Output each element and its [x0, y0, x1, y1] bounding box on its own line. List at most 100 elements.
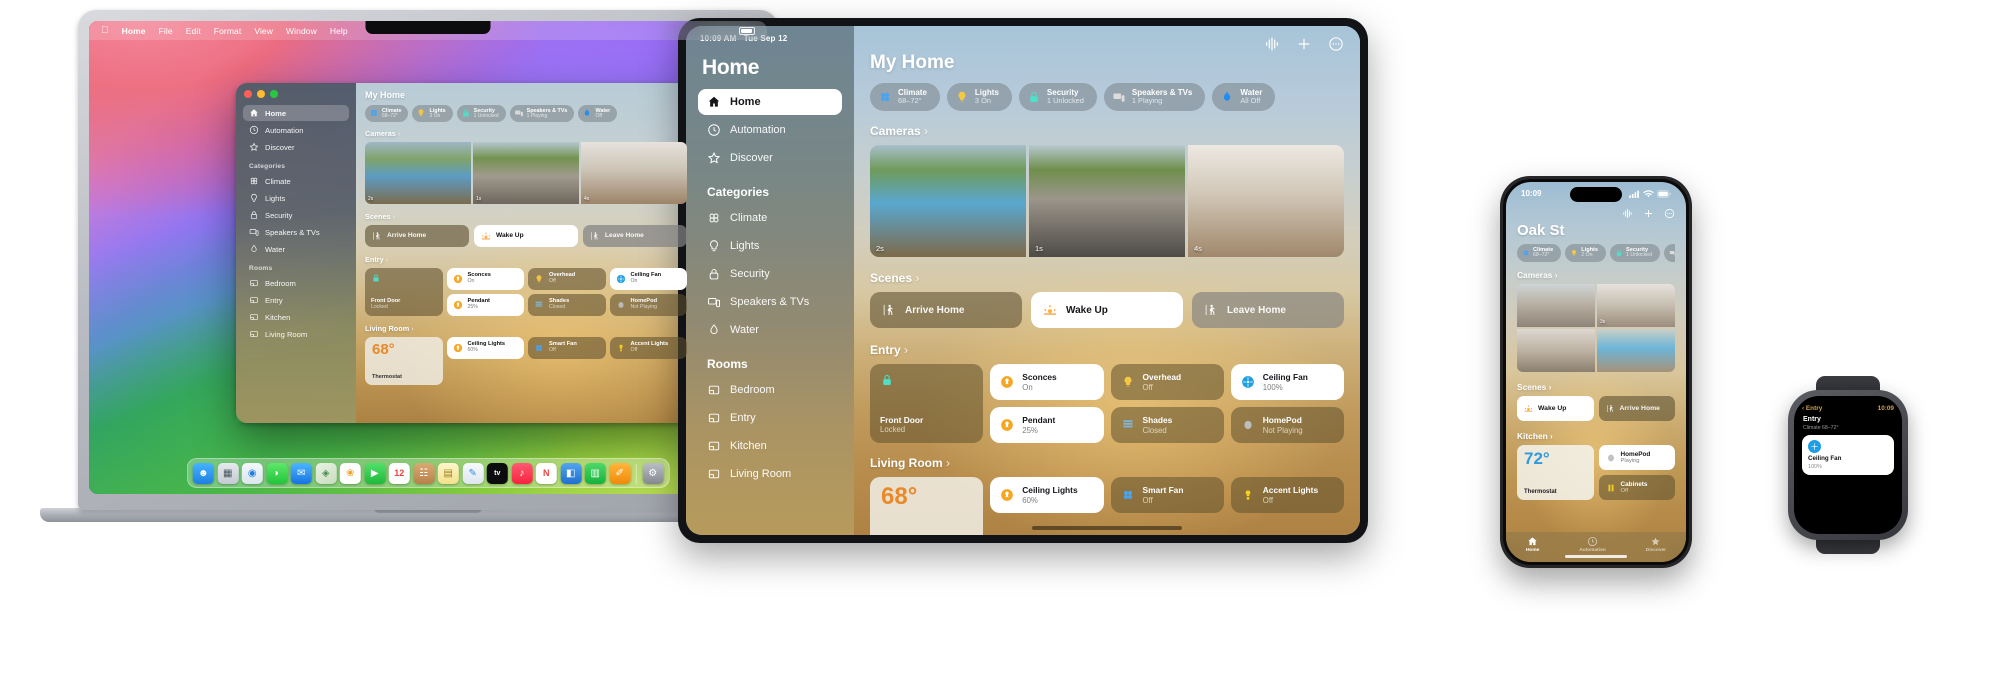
dock-item-maps[interactable]: ◈ [315, 462, 337, 484]
sidebar-item-lights[interactable]: Lights [243, 190, 349, 206]
living-room-camera[interactable]: 4s [581, 141, 687, 204]
scene-wake-up[interactable]: Wake Up [474, 224, 578, 247]
status-chip-speakers-tvs[interactable]: Speakers & TVs1 Playing [1663, 244, 1675, 263]
minimize-button[interactable] [257, 90, 265, 98]
status-chip-lights[interactable]: Lights 3 On [412, 105, 453, 122]
menu-item-format[interactable]: Format [214, 26, 242, 36]
status-chip-speakers-tvs[interactable]: Speakers & TVs1 Playing [509, 105, 575, 122]
battery-icon[interactable] [739, 26, 755, 35]
sidebar-item-security[interactable]: Security [243, 207, 349, 223]
accessory-pendant[interactable]: Pendant 25% [990, 407, 1104, 444]
accessory-accent-lights[interactable]: Accent Lights Off [1230, 477, 1344, 514]
iphone-toolbar[interactable] [1517, 208, 1675, 219]
status-chip-security[interactable]: Security 1 Unlocked [1018, 83, 1097, 112]
sidebar-item-kitchen[interactable]: Kitchen [243, 309, 349, 325]
dock-item-appletv[interactable]: tv [486, 462, 508, 484]
iphone-home-indicator[interactable] [1565, 555, 1627, 558]
apple-menu-icon[interactable]:  [101, 25, 109, 36]
accessory-front-door[interactable]: Front Door Locked [870, 364, 984, 444]
dock-item-notes[interactable]: ▤ [437, 462, 459, 484]
accessory-sconces[interactable]: Sconces On [446, 267, 524, 290]
cameras-section-header[interactable]: Cameras › [1517, 270, 1675, 280]
status-chip-climate[interactable]: Climate 68–72° [1517, 244, 1562, 263]
maximize-button[interactable] [270, 90, 278, 98]
status-chip-climate[interactable]: Climate 68–72° [365, 105, 409, 122]
sidebar-item-kitchen[interactable]: Kitchen [698, 433, 842, 459]
sidebar-item-home[interactable]: Home [243, 105, 349, 121]
entry-section-header[interactable]: Entry › [870, 343, 1344, 357]
sidebar-item-home[interactable]: Home [698, 89, 842, 115]
garage-camera[interactable]: 1s [1029, 145, 1185, 258]
status-chip-lights[interactable]: Lights 2 On [1565, 244, 1606, 263]
dock-item-calendar[interactable]: 12 [388, 462, 410, 484]
accessory-homepod[interactable]: HomePod Not Playing [609, 293, 687, 316]
ipad-toolbar[interactable] [1264, 36, 1344, 52]
dock-item-facetime[interactable]: ▶ [364, 462, 386, 484]
accessory-ceiling-lights[interactable]: Ceiling Lights 60% [990, 477, 1104, 514]
menu-item-view[interactable]: View [254, 26, 273, 36]
sidebar-item-living-room[interactable]: Living Room [243, 326, 349, 342]
menu-item-edit[interactable]: Edit [186, 26, 201, 36]
accessory-smart-fan[interactable]: Smart Fan Off [1110, 477, 1224, 514]
window-traffic-lights[interactable] [244, 90, 278, 98]
status-chip-lights[interactable]: Lights 3 On [946, 83, 1012, 112]
accessory-homepod[interactable]: HomePod Not Playing [1230, 407, 1344, 444]
more-icon[interactable] [1664, 208, 1675, 219]
pool-camera[interactable]: 2s [870, 145, 1026, 258]
scenes-section-header[interactable]: Scenes › [365, 212, 687, 221]
sidebar-item-automation[interactable]: Automation [243, 122, 349, 138]
dock-item-keynote[interactable]: ◧ [560, 462, 582, 484]
status-chip-security[interactable]: Security 1 Unlocked [456, 105, 506, 122]
dock-item-photos[interactable]: ❀ [339, 462, 361, 484]
scene-leave-home[interactable]: Leave Home [583, 224, 687, 247]
dock-item-safari[interactable]: ◉ [241, 462, 263, 484]
dock-item-finder[interactable]: ☻ [192, 462, 214, 484]
waveform-icon[interactable] [1622, 208, 1633, 219]
accessory-cabinets[interactable]: Cabinets Off [1598, 475, 1675, 501]
sidebar-item-water[interactable]: Water [698, 317, 842, 343]
tab-home[interactable]: Home [1526, 536, 1539, 553]
sidebar-item-speakers-tvs[interactable]: Speakers & TVs [243, 224, 349, 240]
menu-item-window[interactable]: Window [286, 26, 317, 36]
accessory-overhead[interactable]: Overhead Off [1110, 364, 1224, 401]
living-room-section-header[interactable]: Living Room › [365, 324, 687, 333]
sidebar-item-discover[interactable]: Discover [698, 145, 842, 171]
living-room-camera[interactable]: 4s [1188, 145, 1344, 258]
pool-camera[interactable]: 2s [365, 141, 471, 204]
dock-item-numbers[interactable]: ▥ [584, 462, 606, 484]
dock-item-freeform[interactable]: ✎ [462, 462, 484, 484]
dock-item-music[interactable]: ♪ [511, 462, 533, 484]
status-chip-security[interactable]: Security 1 Unlocked [1610, 244, 1660, 263]
accessory-shades[interactable]: Shades Closed [528, 293, 606, 316]
front-door-camera[interactable] [1517, 284, 1595, 328]
accessory-thermostat[interactable]: 68° Thermostat [870, 477, 984, 535]
sidebar-item-bedroom[interactable]: Bedroom [698, 377, 842, 403]
sidebar-item-automation[interactable]: Automation [698, 117, 842, 143]
menu-item-file[interactable]: File [159, 26, 173, 36]
accessory-sconces[interactable]: Sconces On [990, 364, 1104, 401]
accessory-thermostat[interactable]: 72° Thermostat [1517, 445, 1594, 501]
garage-camera[interactable]: 3s [1597, 284, 1675, 328]
scene-wake-up[interactable]: Wake Up [1517, 396, 1594, 422]
sidebar-item-entry[interactable]: Entry [698, 405, 842, 431]
ipad-home-indicator[interactable] [1032, 526, 1182, 530]
scene-arrive-home[interactable]: Arrive Home [870, 292, 1022, 329]
dock-item-contacts[interactable]: ☷ [413, 462, 435, 484]
home-app-window[interactable]: Home Automation Discover Categories Clim… [236, 83, 696, 423]
tab-discover[interactable]: Discover [1646, 536, 1666, 553]
menu-item-help[interactable]: Help [330, 26, 348, 36]
menu-item-home[interactable]: Home [122, 26, 146, 36]
gym-camera[interactable] [1517, 329, 1595, 373]
entry-section-header[interactable]: Entry › [365, 255, 687, 264]
status-chip-climate[interactable]: Climate 68–72° [870, 83, 940, 112]
accessory-overhead[interactable]: Overhead Off [528, 267, 606, 290]
accessory-ceiling-lights[interactable]: Ceiling Lights 60% [446, 336, 524, 359]
accessory-homepod[interactable]: HomePod Playing [1598, 445, 1675, 471]
status-chip-water[interactable]: Water Off [578, 105, 618, 122]
driveway-camera[interactable]: 1s [473, 141, 579, 204]
waveform-icon[interactable] [1264, 36, 1280, 52]
macos-dock[interactable]: ☻ ▦ ◉ ◗ ✉ ◈ ❀ ▶ 12 ☷ ▤ ✎ tv ♪ N ◧ ▥ ✐ ⚙ [186, 458, 670, 488]
scenes-section-header[interactable]: Scenes › [1517, 382, 1675, 392]
dock-item-news[interactable]: N [535, 462, 557, 484]
sidebar-item-security[interactable]: Security [698, 261, 842, 287]
